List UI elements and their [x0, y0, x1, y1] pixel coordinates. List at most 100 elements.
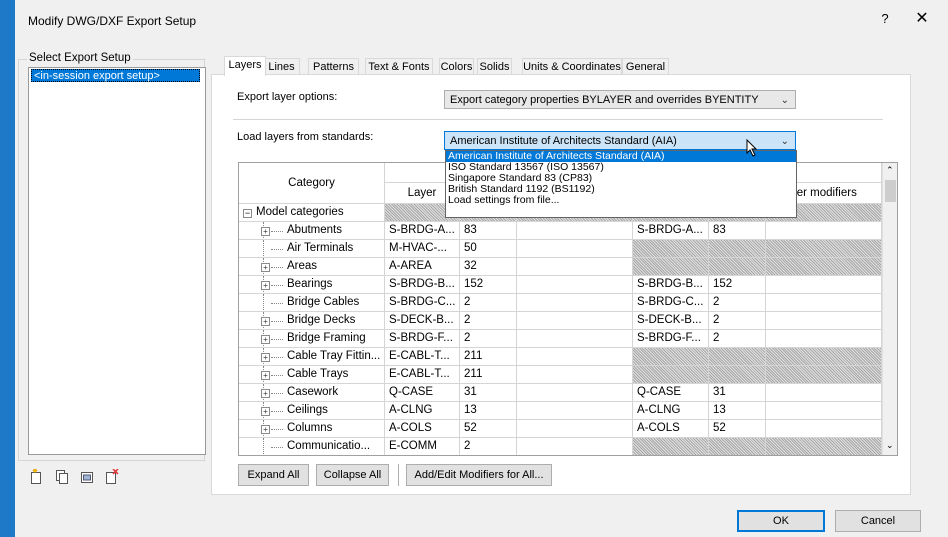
- expand-icon[interactable]: +: [261, 317, 270, 326]
- cut-layer-cell[interactable]: A-CLNG: [633, 402, 709, 420]
- cut-layer-cell[interactable]: S-BRDG-F...: [633, 330, 709, 348]
- color-cell[interactable]: 52: [460, 420, 517, 438]
- color-cell[interactable]: 2: [460, 438, 517, 455]
- color-cell[interactable]: 2: [460, 330, 517, 348]
- cut-layer-cell[interactable]: [633, 258, 709, 276]
- cut-color-cell[interactable]: 83: [709, 222, 766, 240]
- table-row[interactable]: + Columns A-COLS 52 A-COLS 52: [239, 420, 882, 438]
- cut-color-cell[interactable]: 2: [709, 294, 766, 312]
- help-button[interactable]: ?: [878, 11, 892, 27]
- modifiers-cell[interactable]: [517, 402, 633, 420]
- expand-icon[interactable]: +: [261, 407, 270, 416]
- expand-all-button[interactable]: Expand All: [238, 464, 309, 486]
- modifiers-cell[interactable]: [517, 330, 633, 348]
- table-row[interactable]: + Casework Q-CASE 31 Q-CASE 31: [239, 384, 882, 402]
- table-row[interactable]: + Cable Trays E-CABL-T... 211: [239, 366, 882, 384]
- expand-icon[interactable]: +: [261, 389, 270, 398]
- cut-layer-cell[interactable]: S-DECK-B...: [633, 312, 709, 330]
- category-cell[interactable]: + Bridge Framing: [239, 330, 385, 348]
- cut-color-cell[interactable]: 52: [709, 420, 766, 438]
- layer-cell[interactable]: A-AREA: [385, 258, 460, 276]
- tab-lines[interactable]: Lines: [263, 58, 300, 75]
- cut-modifiers-cell[interactable]: [766, 258, 882, 276]
- expand-icon[interactable]: +: [261, 281, 270, 290]
- layer-cell[interactable]: S-BRDG-A...: [385, 222, 460, 240]
- table-row[interactable]: Bridge Cables S-BRDG-C... 2 S-BRDG-C... 2: [239, 294, 882, 312]
- category-cell[interactable]: + Areas: [239, 258, 385, 276]
- color-cell[interactable]: 152: [460, 276, 517, 294]
- category-cell[interactable]: − Model categories: [239, 204, 385, 222]
- category-cell[interactable]: Bridge Cables: [239, 294, 385, 312]
- header-category[interactable]: Category: [239, 163, 385, 204]
- cut-modifiers-cell[interactable]: [766, 384, 882, 402]
- tab-solids[interactable]: Solids: [477, 58, 512, 75]
- collapse-icon[interactable]: −: [243, 209, 252, 218]
- color-cell[interactable]: 31: [460, 384, 517, 402]
- cut-modifiers-cell[interactable]: [766, 294, 882, 312]
- ok-button[interactable]: OK: [737, 510, 825, 532]
- layer-cell[interactable]: E-CABL-T...: [385, 366, 460, 384]
- cut-modifiers-cell[interactable]: [766, 312, 882, 330]
- modifiers-cell[interactable]: [517, 276, 633, 294]
- table-row[interactable]: Air Terminals M-HVAC-... 50: [239, 240, 882, 258]
- cut-color-cell[interactable]: [709, 366, 766, 384]
- modifiers-cell[interactable]: [517, 384, 633, 402]
- duplicate-setup-icon[interactable]: [55, 469, 69, 485]
- dropdown-option-load-file[interactable]: Load settings from file...: [446, 195, 796, 206]
- table-row[interactable]: Communicatio... E-COMM 2: [239, 438, 882, 455]
- table-row[interactable]: + Cable Tray Fittin... E-CABL-T... 211: [239, 348, 882, 366]
- setup-list[interactable]: <in-session export setup>: [28, 67, 206, 455]
- color-cell[interactable]: 50: [460, 240, 517, 258]
- scroll-up-icon[interactable]: ⌃: [886, 165, 894, 176]
- cut-layer-cell[interactable]: S-BRDG-A...: [633, 222, 709, 240]
- color-cell[interactable]: 2: [460, 312, 517, 330]
- color-cell[interactable]: 83: [460, 222, 517, 240]
- modifiers-cell[interactable]: [517, 312, 633, 330]
- scroll-down-icon[interactable]: ⌄: [886, 440, 894, 451]
- layer-cell[interactable]: E-CABL-T...: [385, 348, 460, 366]
- color-cell[interactable]: 211: [460, 348, 517, 366]
- layer-cell[interactable]: S-DECK-B...: [385, 312, 460, 330]
- cut-layer-cell[interactable]: S-BRDG-C...: [633, 294, 709, 312]
- modifiers-cell[interactable]: [517, 420, 633, 438]
- modifiers-cell[interactable]: [517, 294, 633, 312]
- layer-cell[interactable]: Q-CASE: [385, 384, 460, 402]
- cut-modifiers-cell[interactable]: [766, 222, 882, 240]
- cancel-button[interactable]: Cancel: [835, 510, 921, 532]
- scrollbar-thumb[interactable]: [885, 180, 896, 202]
- rename-setup-icon[interactable]: [80, 469, 94, 485]
- modifiers-cell[interactable]: [517, 348, 633, 366]
- cut-layer-cell[interactable]: A-COLS: [633, 420, 709, 438]
- tab-units-coordinates[interactable]: Units & Coordinates: [522, 58, 622, 75]
- expand-icon[interactable]: +: [261, 353, 270, 362]
- modifiers-cell[interactable]: [517, 366, 633, 384]
- modifiers-cell[interactable]: [517, 258, 633, 276]
- cut-color-cell[interactable]: 31: [709, 384, 766, 402]
- category-cell[interactable]: + Cable Trays: [239, 366, 385, 384]
- cut-modifiers-cell[interactable]: [766, 366, 882, 384]
- category-cell[interactable]: Communicatio...: [239, 438, 385, 455]
- expand-icon[interactable]: +: [261, 425, 270, 434]
- layer-cell[interactable]: A-COLS: [385, 420, 460, 438]
- category-cell[interactable]: + Cable Tray Fittin...: [239, 348, 385, 366]
- layer-cell[interactable]: S-BRDG-F...: [385, 330, 460, 348]
- delete-setup-icon[interactable]: [105, 468, 119, 485]
- table-row[interactable]: + Abutments S-BRDG-A... 83 S-BRDG-A... 83: [239, 222, 882, 240]
- cut-color-cell[interactable]: [709, 348, 766, 366]
- cut-layer-cell[interactable]: S-BRDG-B...: [633, 276, 709, 294]
- modifiers-cell[interactable]: [517, 240, 633, 258]
- cut-color-cell[interactable]: 152: [709, 276, 766, 294]
- new-setup-icon[interactable]: [30, 468, 44, 485]
- layer-cell[interactable]: S-BRDG-C...: [385, 294, 460, 312]
- category-cell[interactable]: + Casework: [239, 384, 385, 402]
- close-button[interactable]: ✕: [912, 10, 932, 28]
- modifiers-cell[interactable]: [517, 222, 633, 240]
- cut-layer-cell[interactable]: [633, 348, 709, 366]
- table-row[interactable]: + Bridge Framing S-BRDG-F... 2 S-BRDG-F... 2: [239, 330, 882, 348]
- tab-layers[interactable]: Layers: [224, 56, 266, 76]
- color-cell[interactable]: 13: [460, 402, 517, 420]
- expand-icon[interactable]: +: [261, 371, 270, 380]
- color-cell[interactable]: 2: [460, 294, 517, 312]
- layer-cell[interactable]: E-COMM: [385, 438, 460, 455]
- tab-general[interactable]: General: [622, 58, 669, 75]
